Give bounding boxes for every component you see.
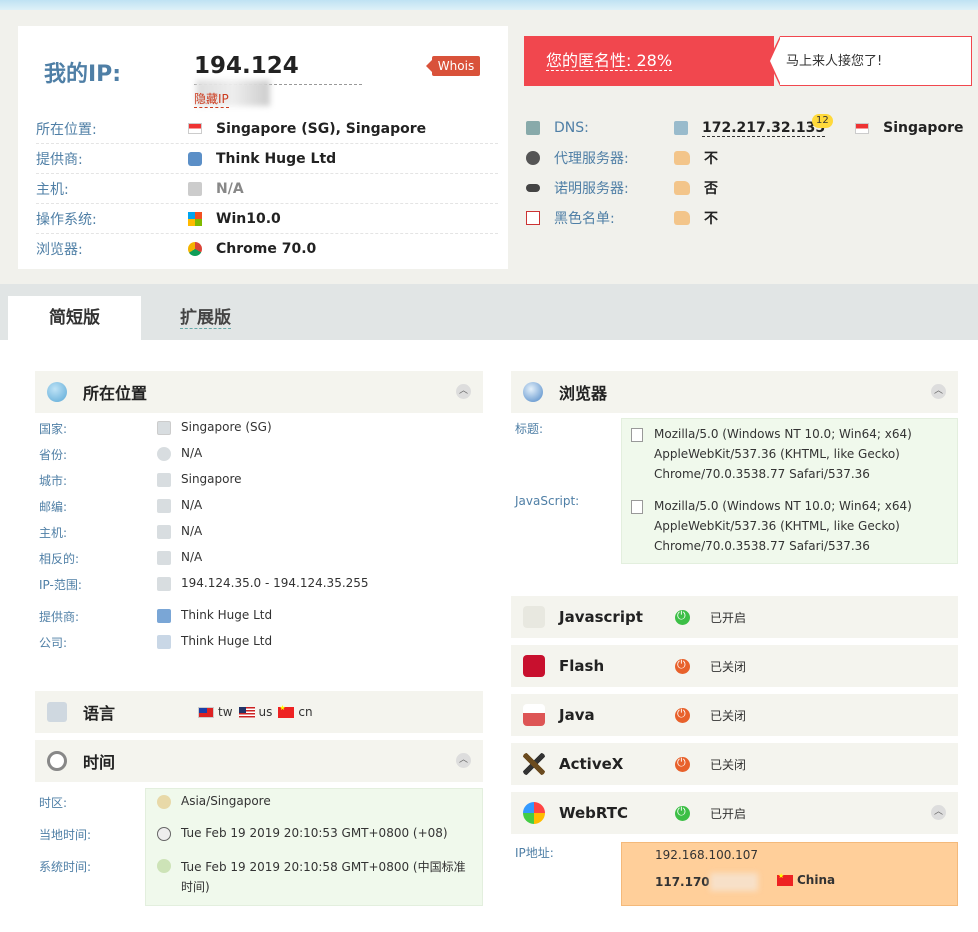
flag-us-icon (238, 706, 255, 718)
language-list: tw us cn (196, 704, 313, 719)
list-icon (526, 211, 540, 225)
power-off-icon (675, 658, 690, 674)
plugin-java: Java 已关闭 (511, 694, 958, 736)
clock-icon (157, 795, 171, 809)
spy-icon (526, 151, 540, 165)
top-band (0, 0, 978, 10)
document-icon (631, 428, 643, 442)
flag-sg-icon (188, 123, 202, 134)
host-icon (157, 551, 171, 565)
location-pin-icon (47, 382, 67, 402)
info-row-location: 所在位置: Singapore (SG), Singapore (36, 114, 498, 144)
isp-icon (188, 151, 202, 166)
plugin-flash: Flash 已关闭 (511, 645, 958, 687)
flag-cn-icon (777, 872, 793, 886)
script-icon (631, 500, 643, 514)
clock-icon (157, 827, 171, 841)
windows-icon (188, 211, 202, 226)
anonymizer-row: 诺明服务器: 否 (526, 173, 972, 203)
dns-count-badge: 12 (812, 114, 833, 128)
local-ip: 192.168.100.107 (655, 848, 759, 862)
collapse-icon[interactable]: ︿ (931, 384, 946, 399)
js-user-agent-text: Mozilla/5.0 (Windows NT 10.0; Win64; x64… (654, 499, 912, 553)
company-icon (157, 635, 171, 649)
language-icon (47, 702, 67, 722)
java-icon (523, 704, 545, 726)
browser-section-header[interactable]: 浏览器 ︿ (511, 371, 958, 413)
time-section-header[interactable]: 时间 ︿ (35, 740, 483, 782)
public-ip: 117.170 (655, 873, 758, 891)
glasses-icon (526, 184, 540, 192)
tab-short[interactable]: 简短版 (8, 296, 141, 340)
info-row-os: 操作系统: Win10.0 (36, 204, 498, 234)
privacy-rows: DNS: 172.217.32.135 12 Singapore 代理服务器: 不 诺明… (526, 113, 972, 233)
collapse-icon[interactable]: ︿ (456, 384, 471, 399)
javascript-icon (523, 606, 545, 628)
mailbox-icon (157, 499, 171, 513)
collapse-icon[interactable]: ︿ (456, 753, 471, 768)
network-icon (674, 121, 688, 135)
webrtc-ip-label: IP地址: (515, 846, 554, 860)
power-off-icon (675, 707, 690, 723)
clock-icon (47, 751, 67, 771)
flash-icon (523, 655, 545, 677)
globe-icon (523, 382, 543, 402)
plugin-javascript: Javascript 已开启 (511, 596, 958, 638)
info-row-browser: 浏览器: Chrome 70.0 (36, 241, 317, 258)
hide-ip-link[interactable]: 隐藏IP (194, 90, 229, 108)
whois-button[interactable]: Whois (426, 56, 480, 76)
power-on-icon (675, 609, 690, 625)
webrtc-ip-box: 192.168.100.107 117.170 China (621, 842, 958, 906)
ip-label: 我的IP: (44, 62, 122, 87)
ip-blur (709, 873, 758, 891)
user-agent-text: Mozilla/5.0 (Windows NT 10.0; Win64; x64… (654, 427, 912, 481)
info-row-isp: 提供商: Think Huge Ltd (36, 144, 498, 174)
location-section-header[interactable]: 所在位置 ︿ (35, 371, 483, 413)
view-tabs: 简短版 扩展版 (0, 284, 978, 340)
host-icon (157, 525, 171, 539)
blacklist-row: 黑色名单: 不 (526, 203, 972, 233)
thumbs-up-icon (674, 211, 690, 225)
chrome-icon (188, 242, 202, 256)
tab-extended[interactable]: 扩展版 (180, 296, 231, 340)
flag-tw-icon (198, 706, 214, 718)
info-row-host: 主机: N/A (36, 174, 498, 204)
proxy-row: 代理服务器: 不 (526, 143, 972, 173)
ip-info-rows: 所在位置: Singapore (SG), Singapore 提供商: Think… (36, 114, 498, 264)
anonymity-message: 马上来人接您了! (768, 36, 972, 86)
activex-icon (523, 753, 545, 775)
flag-sg-icon (157, 421, 171, 435)
dns-ip[interactable]: 172.217.32.135 (702, 120, 826, 137)
flag-sg-icon (855, 122, 870, 134)
thumbs-up-icon (674, 181, 690, 195)
power-off-icon (675, 756, 690, 772)
ip-card: 我的IP: 194.124 隐藏IP Whois 所在位置: Singapore … (18, 26, 508, 269)
dns-row: DNS: 172.217.32.135 12 Singapore (526, 113, 972, 143)
thumbs-up-icon (674, 151, 690, 165)
ip-value[interactable]: 194.124 (194, 53, 362, 106)
power-on-icon (675, 805, 690, 821)
plugin-webrtc[interactable]: WebRTC 已开启 ︿ (511, 792, 958, 834)
building-icon (157, 473, 171, 487)
compass-icon (157, 447, 171, 461)
flag-cn-icon (278, 704, 295, 718)
collapse-icon[interactable]: ︿ (931, 805, 946, 820)
ip-range-icon (157, 577, 171, 591)
webrtc-icon (523, 802, 545, 824)
webrtc-country: China (775, 872, 835, 887)
dns-icon (526, 121, 540, 135)
system-clock-icon (157, 859, 171, 873)
anonymity-banner[interactable]: 您的匿名性: 28% (524, 36, 774, 86)
plugin-activex: ActiveX 已关闭 (511, 743, 958, 785)
isp-icon (157, 609, 171, 623)
host-icon (188, 181, 202, 196)
